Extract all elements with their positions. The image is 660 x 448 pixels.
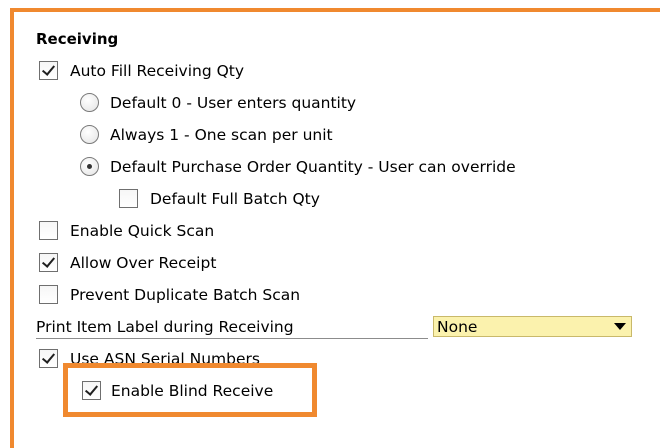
prevent-duplicate-checkbox[interactable] <box>39 285 58 304</box>
radio-default-zero-label: Default 0 - User enters quantity <box>110 94 357 112</box>
auto-fill-label: Auto Fill Receiving Qty <box>70 62 245 80</box>
radio-always-one[interactable] <box>80 125 99 144</box>
print-label-dropdown[interactable]: None <box>433 316 632 337</box>
chevron-down-icon[interactable] <box>614 323 626 330</box>
default-full-batch-label: Default Full Batch Qty <box>150 190 320 208</box>
default-full-batch-checkbox[interactable] <box>119 189 138 208</box>
allow-over-receipt-label: Allow Over Receipt <box>70 254 217 272</box>
radio-default-zero[interactable] <box>80 93 99 112</box>
radio-default-po-qty-label: Default Purchase Order Quantity - User c… <box>110 158 516 176</box>
blind-receive-label: Enable Blind Receive <box>111 382 274 400</box>
blind-receive-checkbox[interactable] <box>82 381 101 400</box>
prevent-duplicate-label: Prevent Duplicate Batch Scan <box>70 286 301 304</box>
section-title: Receiving <box>36 30 119 48</box>
enable-quick-scan-checkbox[interactable] <box>39 221 58 240</box>
radio-default-po-qty[interactable] <box>80 157 99 176</box>
auto-fill-checkbox[interactable] <box>39 61 58 80</box>
use-asn-checkbox[interactable] <box>39 349 58 368</box>
print-label-dropdown-value: None <box>437 318 478 336</box>
radio-always-one-label: Always 1 - One scan per unit <box>110 126 333 144</box>
enable-quick-scan-label: Enable Quick Scan <box>70 222 215 240</box>
print-label-label: Print Item Label during Receiving <box>36 318 294 336</box>
allow-over-receipt-checkbox[interactable] <box>39 253 58 272</box>
print-label-underline <box>36 338 428 339</box>
